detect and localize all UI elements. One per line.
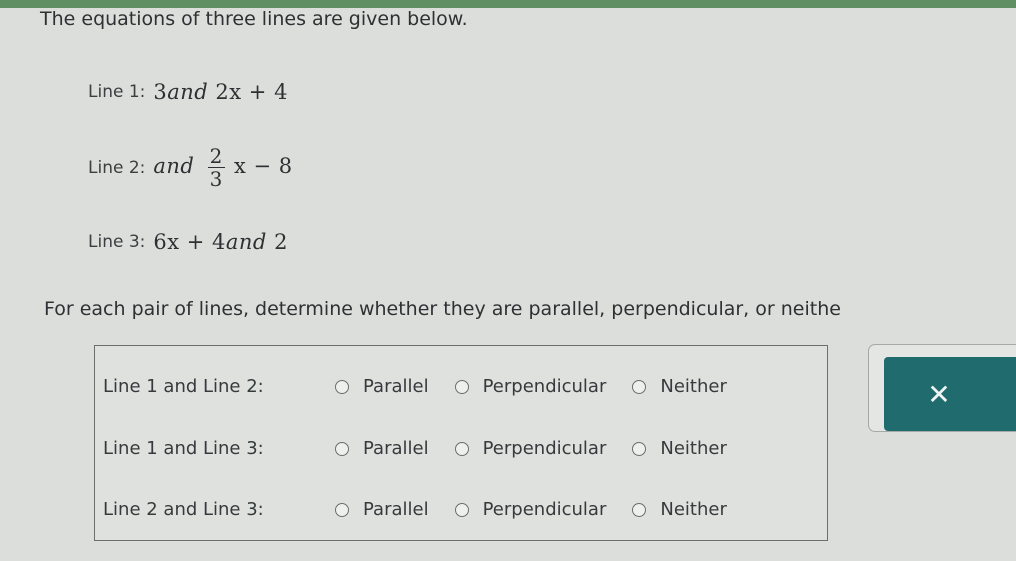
eq-part: and	[167, 80, 209, 104]
answer-box: Line 1 and Line 2: Parallel Perpendicula…	[94, 345, 828, 541]
radio-button[interactable]	[632, 441, 647, 456]
eq-part: 2	[266, 230, 288, 254]
eq-part: 6x + 4	[153, 230, 226, 254]
option-label: Parallel	[363, 438, 429, 459]
close-icon: ✕	[927, 377, 951, 411]
pair-label: Line 1 and Line 3:	[103, 438, 264, 459]
eq-part: x − 8	[233, 154, 293, 178]
pair-label: Line 2 and Line 3:	[103, 499, 264, 520]
radio-button[interactable]	[632, 502, 647, 517]
option-label: Perpendicular	[482, 499, 607, 520]
line-3-label: Line 3:	[88, 232, 146, 252]
line-1-equation: Line 1: 3and 2x + 4	[88, 80, 288, 104]
option-parallel[interactable]: Parallel	[335, 438, 429, 459]
option-perpendicular[interactable]: Perpendicular	[454, 499, 607, 520]
option-label: Neither	[660, 376, 727, 397]
line-2-equation: Line 2: and 2 3 x − 8	[88, 145, 293, 190]
eq-part: 3	[153, 80, 168, 104]
radio-button[interactable]	[335, 441, 349, 456]
fraction: 2 3	[207, 144, 225, 191]
instructions: For each pair of lines, determine whethe…	[44, 298, 841, 320]
option-label: Parallel	[363, 376, 429, 397]
option-label: Neither	[660, 499, 727, 520]
eq-part: and	[153, 154, 195, 178]
option-label: Perpendicular	[482, 376, 607, 397]
radio-button[interactable]	[335, 502, 349, 517]
line-3-expression: 6x + 4and 2	[153, 230, 288, 254]
pair-row-1-3: Line 1 and Line 3: Parallel Perpendicula…	[103, 438, 753, 459]
fraction-denominator: 3	[209, 167, 223, 191]
pair-label: Line 1 and Line 2:	[103, 376, 264, 397]
option-perpendicular[interactable]: Perpendicular	[454, 376, 607, 397]
radio-button[interactable]	[454, 441, 469, 456]
option-parallel[interactable]: Parallel	[335, 376, 429, 397]
eq-part: and	[225, 230, 267, 254]
clear-button[interactable]: ✕	[884, 357, 1016, 431]
option-neither[interactable]: Neither	[632, 376, 727, 397]
option-label: Neither	[660, 438, 727, 459]
pair-row-2-3: Line 2 and Line 3: Parallel Perpendicula…	[103, 499, 753, 520]
top-bar	[0, 0, 1016, 8]
line-3-equation: Line 3: 6x + 4and 2	[88, 230, 288, 254]
radio-button[interactable]	[454, 379, 469, 394]
line-2-label: Line 2:	[88, 157, 146, 178]
option-parallel[interactable]: Parallel	[335, 499, 429, 520]
question-intro: The equations of three lines are given b…	[40, 8, 468, 30]
line-2-expression: and 2 3 x − 8	[153, 145, 292, 190]
option-neither[interactable]: Neither	[632, 499, 727, 520]
option-label: Parallel	[363, 499, 429, 520]
fraction-numerator: 2	[207, 144, 225, 168]
radio-button[interactable]	[335, 379, 349, 394]
line-1-label: Line 1:	[88, 82, 146, 102]
eq-part: 2x + 4	[208, 80, 288, 104]
radio-button[interactable]	[454, 502, 469, 517]
option-label: Perpendicular	[482, 438, 607, 459]
option-neither[interactable]: Neither	[632, 438, 727, 459]
line-1-expression: 3and 2x + 4	[153, 80, 288, 104]
radio-button[interactable]	[632, 379, 647, 394]
option-perpendicular[interactable]: Perpendicular	[454, 438, 607, 459]
pair-row-1-2: Line 1 and Line 2: Parallel Perpendicula…	[103, 376, 753, 397]
